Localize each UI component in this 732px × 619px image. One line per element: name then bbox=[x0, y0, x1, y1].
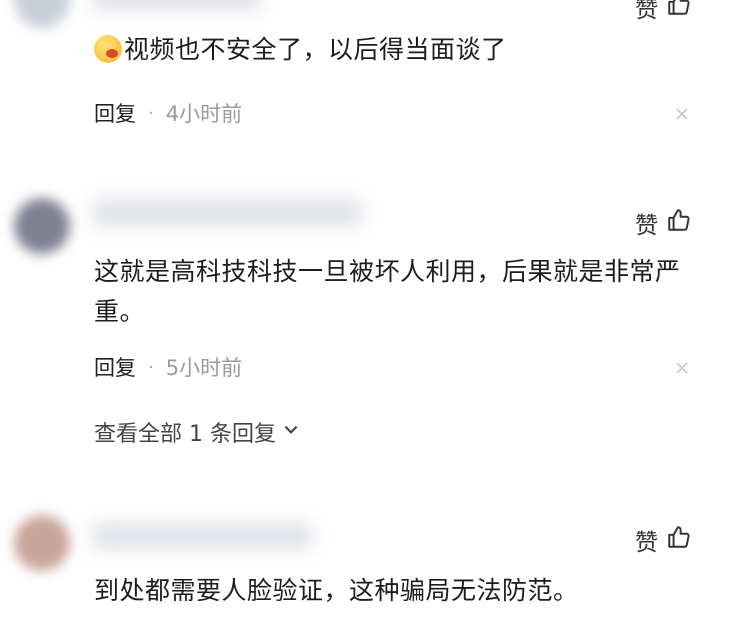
like-label: 赞 bbox=[635, 530, 658, 556]
reply-button[interactable]: 回复 bbox=[94, 98, 136, 128]
timestamp: 5小时前 bbox=[165, 356, 243, 380]
close-icon[interactable] bbox=[674, 106, 690, 122]
emoji-icon bbox=[94, 35, 122, 63]
username[interactable] bbox=[92, 523, 312, 549]
thumbs-up-icon bbox=[666, 207, 692, 239]
comment-meta: 回复 · 5小时前 bbox=[94, 352, 242, 382]
avatar[interactable] bbox=[14, 0, 70, 28]
comment-text: 这就是高科技科技一旦被坏人利用，后果就是非常严重。 bbox=[94, 257, 681, 326]
comment-text: 到处都需要人脸验证，这种骗局无法防范。 bbox=[94, 576, 579, 605]
avatar[interactable] bbox=[14, 198, 70, 254]
like-button[interactable]: 赞 bbox=[635, 0, 692, 24]
comment-text: 视频也不安全了，以后得当面谈了 bbox=[94, 30, 696, 70]
separator-dot: · bbox=[148, 102, 154, 124]
like-label: 赞 bbox=[635, 0, 658, 23]
like-label: 赞 bbox=[635, 213, 658, 239]
comment-item: 赞 视频也不安全了，以后得当面谈了 回复 · 4小时前 bbox=[0, 0, 732, 160]
username[interactable] bbox=[92, 0, 262, 10]
reply-button[interactable]: 回复 bbox=[94, 352, 136, 382]
comment-item: 赞 到处都需要人脸验证，这种骗局无法防范。 bbox=[0, 495, 732, 619]
thumbs-up-icon bbox=[666, 0, 692, 23]
view-all-replies-label: 查看全部 1 条回复 bbox=[94, 422, 276, 447]
like-button[interactable]: 赞 bbox=[635, 523, 692, 557]
avatar[interactable] bbox=[14, 515, 70, 571]
close-icon[interactable] bbox=[674, 360, 690, 376]
like-button[interactable]: 赞 bbox=[635, 206, 692, 240]
view-all-replies-button[interactable]: 查看全部 1 条回复 bbox=[94, 416, 300, 448]
timestamp: 4小时前 bbox=[165, 102, 243, 126]
separator-dot: · bbox=[148, 356, 154, 378]
thumbs-up-icon bbox=[666, 524, 692, 556]
username[interactable] bbox=[92, 200, 362, 226]
chevron-down-icon bbox=[282, 420, 300, 445]
comment-meta: 回复 · 4小时前 bbox=[94, 98, 242, 128]
comment-item: 赞 这就是高科技科技一旦被坏人利用，后果就是非常严重。 回复 · 5小时前 查看… bbox=[0, 180, 732, 470]
